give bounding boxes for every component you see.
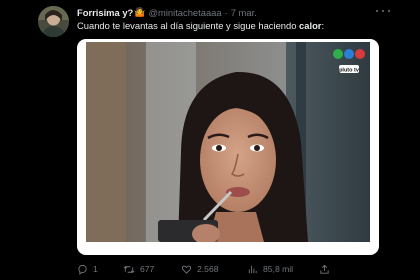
share-button[interactable]	[319, 262, 330, 276]
tweet-media[interactable]: pluto tv	[77, 39, 379, 255]
tweet[interactable]: Forrisima y? 🤷 @minitachetaaaa · 7 mar. …	[0, 0, 420, 280]
channel-logo-text: pluto tv	[339, 68, 360, 74]
reply-count: 1	[93, 264, 98, 274]
retweet-count: 677	[140, 264, 155, 274]
reply-button[interactable]: 1	[77, 262, 98, 276]
share-icon	[320, 264, 329, 274]
retweet-button[interactable]: 677	[123, 262, 154, 276]
avatar[interactable]	[38, 6, 69, 37]
views-count: 85,8 mil	[263, 264, 294, 274]
like-count: 2.568	[197, 264, 219, 274]
tweet-text-bold: calor	[299, 20, 322, 31]
action-bar: 1 677 2.568 85,8 mil	[77, 262, 337, 276]
separator-dot: ·	[224, 6, 228, 18]
views-icon	[248, 265, 257, 273]
tweet-text-suffix: :	[321, 20, 325, 31]
display-name[interactable]: Forrisima y?	[77, 7, 133, 18]
retweet-icon	[123, 265, 135, 273]
like-button[interactable]: 2.568	[181, 262, 219, 276]
tweet-text: Cuando te levantas al día siguiente y si…	[77, 20, 377, 32]
views-button[interactable]: 85,8 mil	[247, 262, 293, 276]
more-icon[interactable]	[376, 6, 390, 16]
media-photo[interactable]: pluto tv	[86, 42, 370, 242]
tweet-date[interactable]: 7 mar.	[231, 7, 257, 18]
tweet-header: Forrisima y? 🤷 @minitachetaaaa · 7 mar.	[77, 4, 390, 20]
shrug-emoji: 🤷	[134, 6, 146, 17]
reply-icon	[78, 264, 87, 275]
tweet-text-prefix: Cuando te levantas al día siguiente y si…	[77, 20, 300, 31]
user-handle[interactable]: @minitachetaaaa	[149, 7, 222, 18]
like-icon	[181, 265, 192, 274]
